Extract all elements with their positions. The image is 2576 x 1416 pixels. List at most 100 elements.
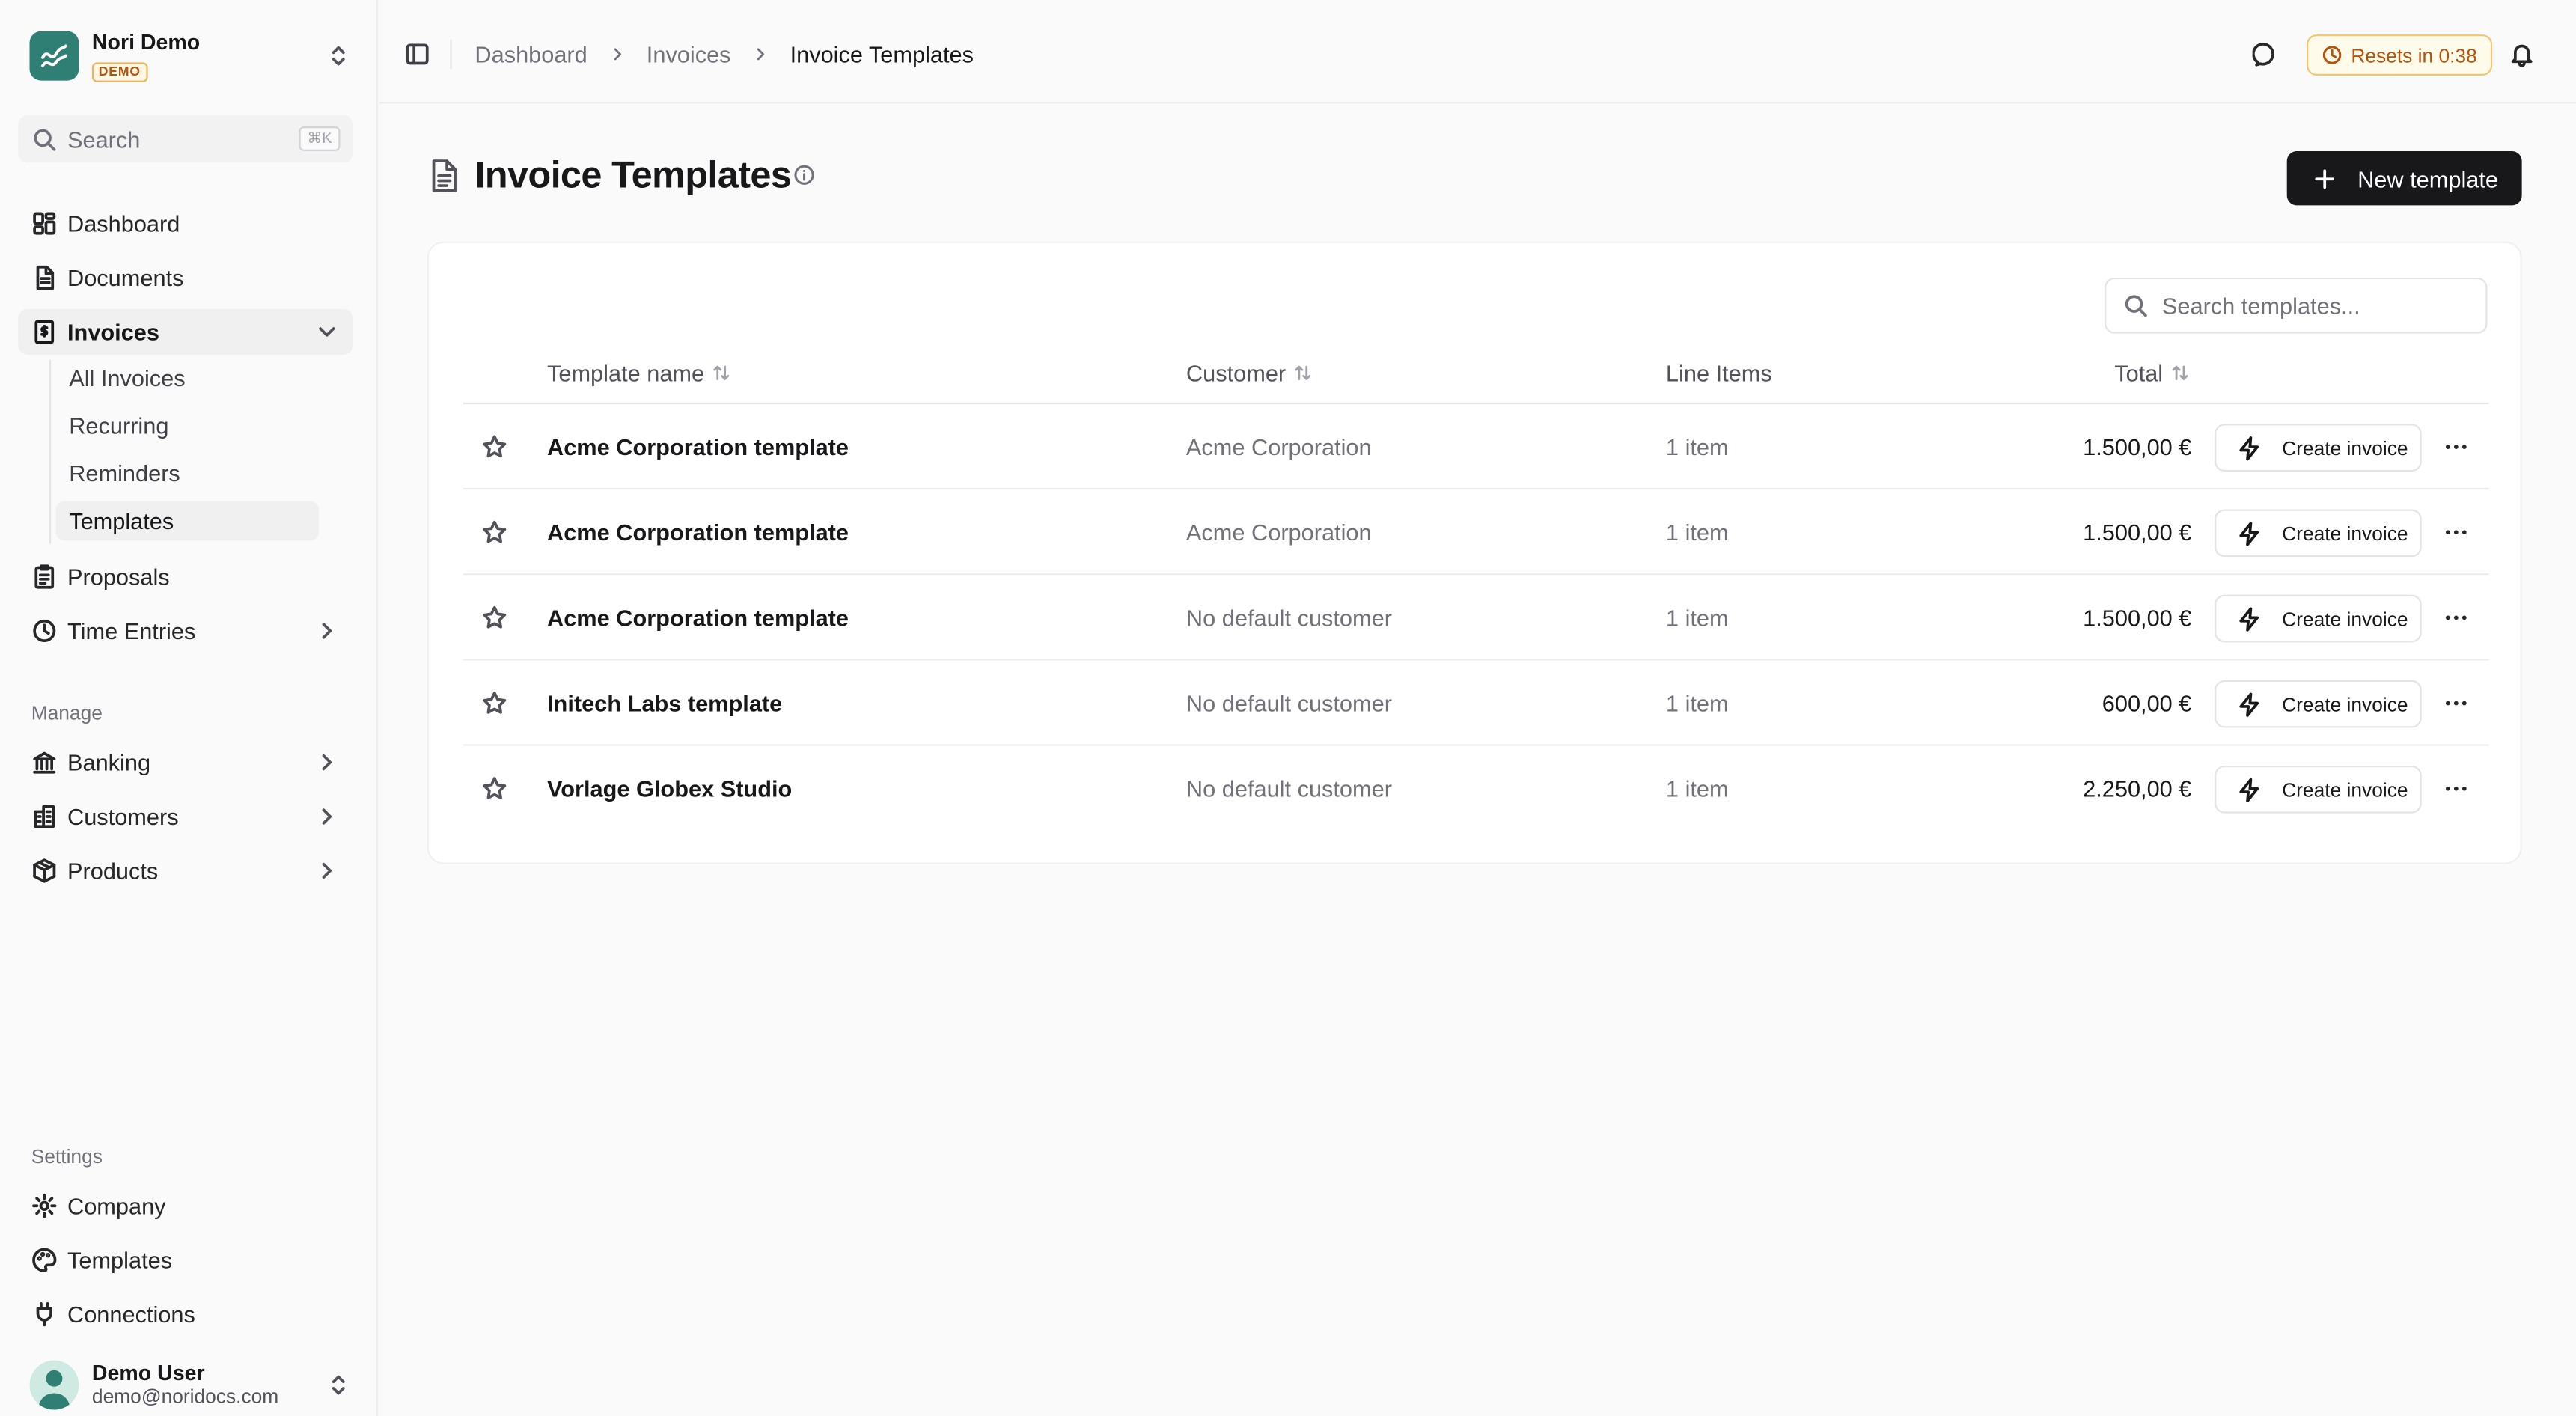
org-switcher[interactable]: Nori Demo DEMO — [29, 28, 352, 82]
sort-icon — [1292, 363, 1312, 382]
search-templates-input[interactable] — [2161, 292, 2459, 319]
demo-badge: DEMO — [91, 61, 147, 82]
chevron-right-icon — [314, 803, 340, 829]
page-title: Invoice Templates — [474, 153, 792, 196]
create-invoice-label: Create invoice — [2282, 778, 2408, 802]
lightning-icon — [2236, 691, 2262, 717]
template-line-items: 1 item — [1665, 433, 1729, 460]
table-row[interactable]: Initech Labs template No default custome… — [463, 660, 2489, 746]
star-icon[interactable] — [481, 775, 507, 802]
nav-proposals[interactable]: Proposals — [18, 554, 353, 599]
search-button[interactable]: Search ⌘K — [18, 115, 353, 163]
column-template-name[interactable]: Template name — [547, 360, 730, 386]
more-options-icon[interactable] — [2443, 519, 2469, 546]
table-row[interactable]: Acme Corporation template No default cus… — [463, 575, 2489, 661]
lightning-icon — [2236, 520, 2262, 546]
sidebar-toggle-icon[interactable] — [404, 41, 430, 67]
chevron-right-icon — [314, 858, 340, 884]
template-name[interactable]: Acme Corporation template — [547, 434, 849, 460]
create-invoice-button[interactable]: Create invoice — [2215, 424, 2422, 472]
template-name[interactable]: Acme Corporation template — [547, 605, 849, 631]
building-icon — [31, 803, 58, 829]
template-customer: Acme Corporation — [1185, 519, 1372, 546]
search-label: Search — [67, 125, 141, 153]
column-line-items: Line Items — [1666, 360, 1772, 386]
star-icon[interactable] — [481, 605, 507, 631]
template-line-items: 1 item — [1665, 775, 1729, 802]
search-templates-field[interactable] — [2105, 277, 2488, 334]
search-icon — [31, 126, 58, 152]
more-options-icon[interactable] — [2443, 775, 2469, 802]
nav-company[interactable]: Company — [18, 1183, 353, 1229]
create-invoice-label: Create invoice — [2282, 521, 2408, 545]
nav-invoices[interactable]: Invoices — [18, 308, 353, 355]
nav-products[interactable]: Products — [18, 848, 353, 894]
column-total[interactable]: Total — [2114, 360, 2189, 386]
chevron-right-icon — [314, 617, 340, 644]
create-invoice-button[interactable]: Create invoice — [2215, 680, 2422, 728]
star-icon[interactable] — [481, 434, 507, 460]
create-invoice-button[interactable]: Create invoice — [2215, 765, 2422, 814]
template-total: 1.500,00 € — [2083, 519, 2192, 546]
more-options-icon[interactable] — [2443, 434, 2469, 460]
nav-label: Dashboard — [67, 210, 180, 237]
nav-banking[interactable]: Banking — [18, 739, 353, 785]
nav-time-entries[interactable]: Time Entries — [18, 608, 353, 653]
document-icon — [427, 158, 460, 194]
create-invoice-label: Create invoice — [2282, 436, 2408, 460]
template-customer: Acme Corporation — [1185, 433, 1372, 460]
template-name[interactable]: Initech Labs template — [547, 690, 782, 716]
more-options-icon[interactable] — [2443, 690, 2469, 716]
star-icon[interactable] — [481, 519, 507, 546]
template-line-items: 1 item — [1665, 689, 1729, 717]
template-name[interactable]: Acme Corporation template — [547, 519, 849, 546]
nav-label: Documents — [67, 264, 184, 291]
info-icon[interactable] — [793, 165, 815, 186]
search-icon — [2122, 293, 2149, 319]
nav-reminders[interactable]: Reminders — [56, 454, 319, 493]
nav-all-invoices[interactable]: All Invoices — [56, 358, 319, 398]
create-invoice-label: Create invoice — [2282, 607, 2408, 630]
table-row[interactable]: Vorlage Globex Studio No default custome… — [463, 746, 2489, 831]
sort-icon — [2170, 363, 2189, 382]
chevron-up-down-icon — [326, 1372, 352, 1398]
chevron-right-icon — [607, 44, 626, 64]
table-row[interactable]: Acme Corporation template Acme Corporati… — [463, 404, 2489, 490]
nav-documents[interactable]: Documents — [18, 254, 353, 300]
nav-dashboard[interactable]: Dashboard — [18, 201, 353, 246]
document-icon — [31, 264, 58, 290]
bell-icon[interactable] — [2509, 41, 2535, 67]
dashboard-icon — [31, 210, 58, 236]
package-icon — [31, 858, 58, 884]
new-template-button[interactable]: New template — [2286, 150, 2522, 206]
clipboard-icon — [31, 564, 58, 590]
user-name: Demo User — [91, 1360, 205, 1385]
clock-icon — [31, 617, 58, 644]
create-invoice-button[interactable]: Create invoice — [2215, 594, 2422, 643]
nav-label: Proposals — [67, 563, 170, 590]
template-name[interactable]: Vorlage Globex Studio — [547, 775, 792, 802]
nav-templates[interactable]: Templates — [55, 501, 319, 541]
nav-label: Connections — [67, 1301, 195, 1328]
reset-timer-text: Resets in 0:38 — [2351, 43, 2477, 67]
star-icon[interactable] — [481, 690, 507, 716]
nav-recurring[interactable]: Recurring — [56, 406, 319, 445]
template-total: 2.250,00 € — [2083, 775, 2192, 802]
table-row[interactable]: Acme Corporation template Acme Corporati… — [463, 489, 2489, 576]
clock-icon — [2322, 44, 2343, 66]
nav-connections[interactable]: Connections — [18, 1291, 353, 1337]
more-options-icon[interactable] — [2443, 605, 2469, 631]
user-email: demo@noridocs.com — [91, 1385, 279, 1409]
palette-icon — [31, 1247, 58, 1273]
breadcrumb-dashboard[interactable]: Dashboard — [474, 41, 587, 67]
create-invoice-button[interactable]: Create invoice — [2215, 509, 2422, 558]
breadcrumb-invoices[interactable]: Invoices — [647, 41, 731, 67]
org-logo — [29, 31, 79, 81]
user-menu[interactable]: Demo User demo@noridocs.com — [29, 1357, 352, 1413]
template-total: 1.500,00 € — [2083, 433, 2192, 460]
nav-customers[interactable]: Customers — [18, 793, 353, 839]
column-customer[interactable]: Customer — [1186, 360, 1312, 386]
lightning-icon — [2236, 605, 2262, 632]
nav-settings-templates[interactable]: Templates — [18, 1237, 353, 1283]
chat-icon[interactable] — [2252, 41, 2279, 67]
